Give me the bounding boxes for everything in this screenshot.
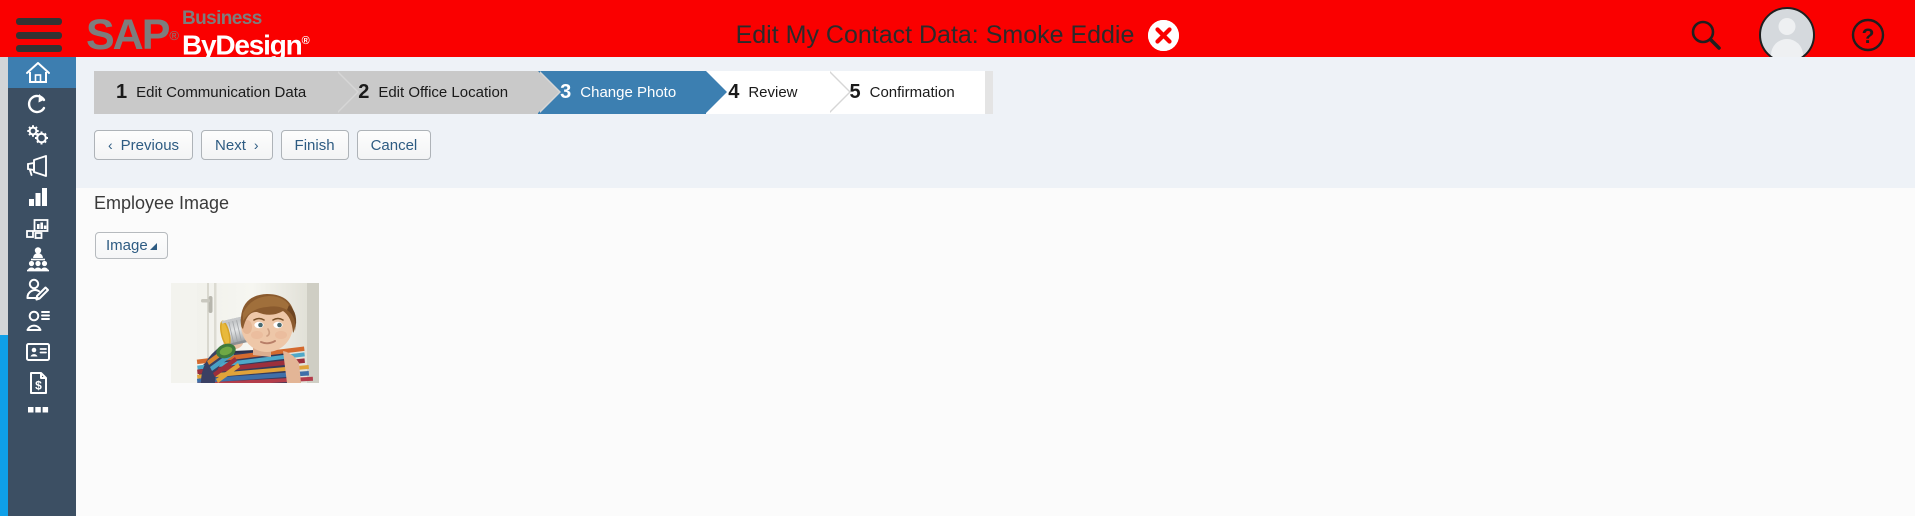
sidebar-item-more[interactable] [0, 398, 76, 429]
logo-bydesign-text: ByDesign® [182, 29, 310, 61]
step-label: Edit Communication Data [136, 84, 307, 101]
sidebar-item-people[interactable] [0, 243, 76, 274]
section-title-employee-image: Employee Image [94, 193, 230, 213]
next-button[interactable]: Next › [201, 130, 273, 160]
wizard-step-1[interactable]: 1 Edit Communication Data [94, 71, 360, 114]
sidebar-item-settings[interactable] [0, 119, 76, 150]
sap-bydesign-logo[interactable]: SAP ® Business ByDesign® [86, 8, 310, 61]
user-avatar-icon[interactable] [1759, 7, 1815, 63]
sidebar-item-edit-person[interactable] [0, 274, 76, 305]
sidebar-item-analytics[interactable] [0, 212, 76, 243]
image-upload-button[interactable]: Image [95, 232, 168, 259]
step-number: 1 [116, 81, 128, 103]
cancel-button[interactable]: Cancel [356, 130, 432, 160]
svg-text:?: ? [1862, 25, 1875, 48]
scrollbar-track [0, 57, 8, 335]
logo-business-text: Business [182, 8, 262, 30]
wizard-toolbar-band: 1 Edit Communication Data 2 Edit Office … [76, 57, 1915, 188]
sidebar-item-home[interactable] [0, 57, 76, 88]
sidebar-item-payroll[interactable]: $ [0, 367, 76, 398]
step-arrow [336, 71, 358, 113]
logo-registered-mark: ® [169, 27, 180, 43]
sidebar-item-person-list[interactable] [0, 305, 76, 336]
search-icon[interactable] [1689, 18, 1723, 52]
step-arrow [827, 71, 849, 113]
hamburger-bar [16, 31, 62, 39]
wizard-step-bar: 1 Edit Communication Data 2 Edit Office … [94, 71, 993, 114]
close-icon[interactable] [1148, 19, 1180, 51]
sidebar-item-feed[interactable] [0, 150, 76, 181]
wizard-step-5[interactable]: 5 Confirmation [827, 71, 985, 114]
step-label: Confirmation [869, 84, 955, 101]
left-sidebar: $ [0, 57, 76, 516]
page-title: Edit My Contact Data: Smoke Eddie [735, 20, 1135, 49]
chevron-right-icon: › [253, 137, 259, 153]
finish-button[interactable]: Finish [280, 130, 349, 160]
image-button-label: Image [106, 237, 148, 254]
step-number: 3 [560, 81, 572, 103]
step-label: Edit Office Location [378, 84, 509, 101]
svg-text:$: $ [35, 378, 42, 392]
step-label: Review [748, 84, 798, 101]
step-number: 5 [849, 81, 861, 103]
wizard-navigation-toolbar: ‹ Previous Next › Finish Cancel [94, 130, 432, 160]
employee-photo[interactable] [171, 283, 319, 383]
previous-button-label: Previous [120, 136, 180, 154]
wizard-step-endcap [984, 71, 993, 114]
step-arrow [706, 71, 728, 113]
step-number: 2 [358, 81, 370, 103]
avatar-head [1778, 18, 1796, 35]
resize-corner-icon [149, 242, 157, 250]
step-number: 4 [728, 81, 740, 103]
next-button-label: Next [215, 136, 246, 154]
finish-button-label: Finish [294, 136, 335, 154]
wizard-step-3[interactable]: 3 Change Photo [538, 71, 728, 114]
sidebar-item-recent[interactable] [0, 88, 76, 119]
hamburger-menu-icon[interactable] [16, 18, 62, 52]
wizard-step-2[interactable]: 2 Edit Office Location [336, 71, 562, 114]
scrollbar-thumb[interactable] [0, 335, 8, 516]
sidebar-item-reports[interactable] [0, 181, 76, 212]
sidebar-scrollbar[interactable] [0, 57, 8, 516]
hamburger-bar [16, 45, 62, 52]
step-arrow [538, 71, 560, 113]
chevron-left-icon: ‹ [108, 137, 113, 153]
sidebar-item-id-card[interactable] [0, 336, 76, 367]
hamburger-bar [16, 18, 62, 25]
cancel-button-label: Cancel [370, 136, 418, 154]
previous-button[interactable]: ‹ Previous [94, 130, 194, 160]
main-content-area: Employee Image Image [76, 188, 1915, 516]
step-label: Change Photo [580, 84, 677, 101]
logo-sap-text: SAP [86, 10, 170, 59]
help-question-icon[interactable]: ? [1851, 18, 1885, 52]
